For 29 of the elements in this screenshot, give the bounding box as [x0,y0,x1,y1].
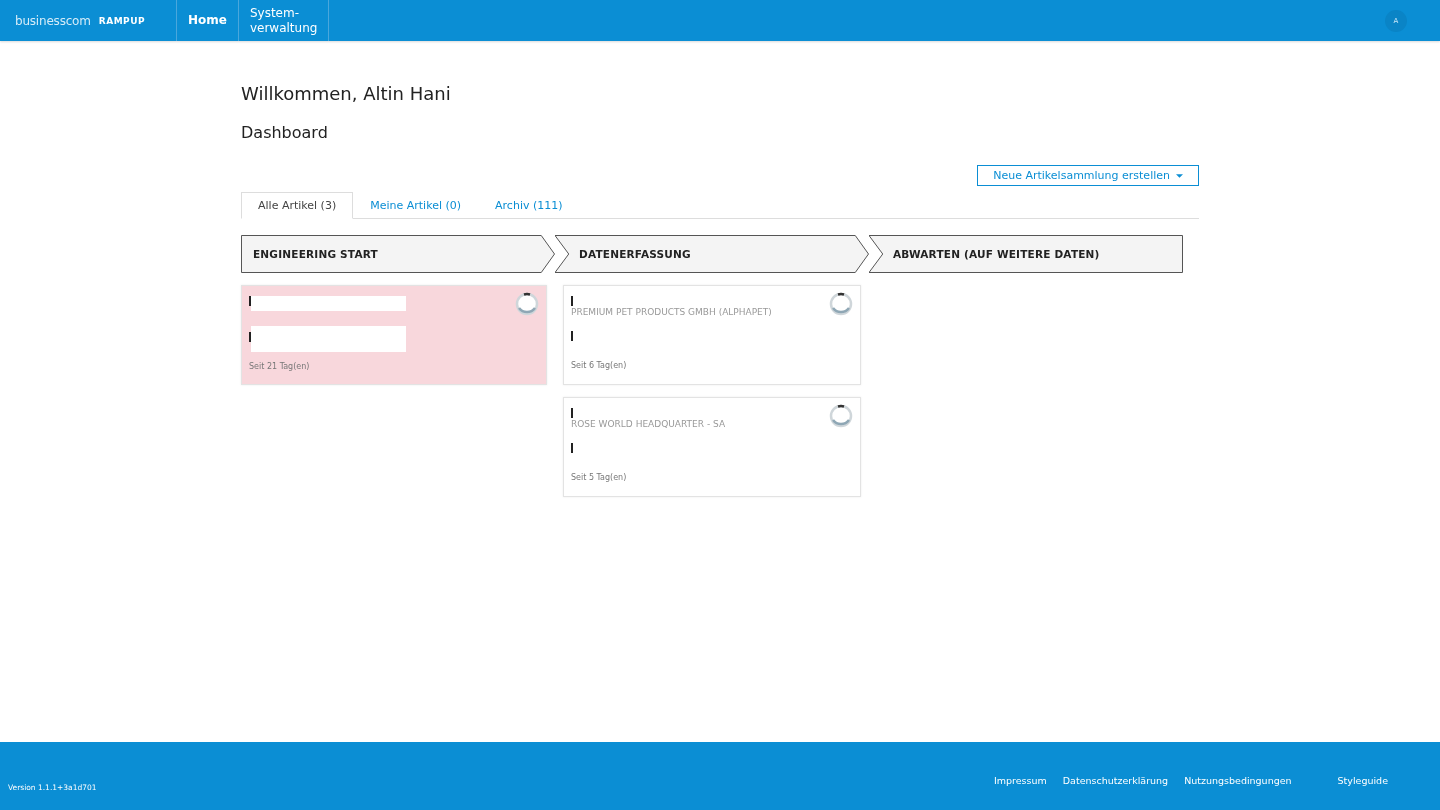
footer-link[interactable]: Datenschutzerklärung [1062,775,1169,786]
article-card[interactable]: PREMIUM PET PRODUCTS GMBH (ALPHAPET) Seit 6 Tag(en) [563,285,861,385]
product-name: RAMPUP [98,15,146,26]
age-text: Seit 21 Tag(en) [249,362,311,371]
nav-item[interactable]: System- verwaltung [238,0,330,41]
tab[interactable]: Alle Artikel (3) [241,192,354,219]
age-text: Seit 5 Tag(en) [571,473,628,482]
loading-spinner-icon [515,292,539,316]
footer-link[interactable]: Styleguide [1337,775,1388,786]
stage-label: DATENERFASSUNG [578,248,691,260]
dashboard-heading: Dashboard [241,123,329,142]
caret-icon [1176,173,1183,178]
welcome-heading: Willkommen, Altin Hani [241,83,452,104]
logo-wordmark[interactable]: businesscom [15,13,91,28]
company-name: PREMIUM PET PRODUCTS GMBH (ALPHAPET) [571,307,773,317]
loading-spinner-icon [829,404,853,428]
stage-label: ENGINEERING START [252,248,378,260]
nav-item[interactable]: Home [177,0,239,41]
loading-spinner-icon [829,292,853,316]
stage-label: ABWARTEN (AUF WEITERE DATEN) [892,248,1100,260]
tab[interactable]: Archiv (111) [478,192,580,219]
article-card[interactable]: Seit 21 Tag(en) [241,285,547,385]
create-collection-button[interactable]: Neue Artikelsammlung erstellen [977,165,1199,186]
tab[interactable]: Meine Artikel (0) [353,192,479,219]
company-name: ROSE WORLD HEADQUARTER - SA [571,419,727,429]
footer-link[interactable]: Impressum [994,775,1047,786]
footer-link[interactable]: Nutzungsbedingungen [1184,775,1292,786]
age-text: Seit 6 Tag(en) [571,361,628,370]
article-card[interactable]: ROSE WORLD HEADQUARTER - SA Seit 5 Tag(en) [563,397,861,497]
